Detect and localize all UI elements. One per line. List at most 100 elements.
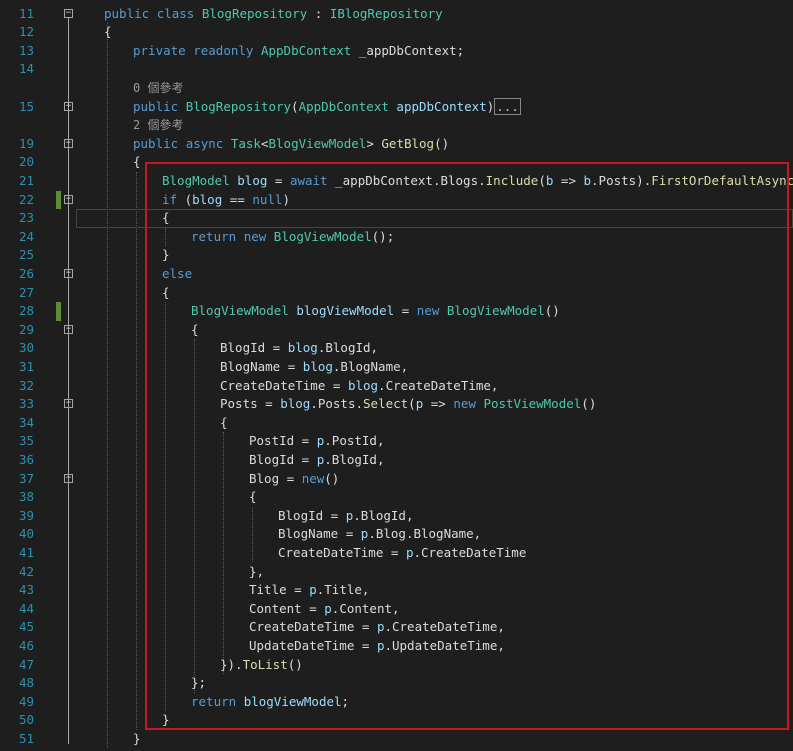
code-token: { (133, 154, 141, 170)
line-number: 42 (18, 563, 34, 579)
code-editor[interactable]: 11 − public class BlogRepository : IBlogRe… (0, 0, 793, 751)
reference-count[interactable]: 2 個參考 (133, 116, 183, 135)
code-token: public (104, 5, 150, 21)
code-token: ( (291, 98, 299, 114)
collapse-icon[interactable]: − (64, 473, 73, 483)
code-token: readonly (193, 42, 254, 58)
codelens-hint[interactable]: 2 個參考 (0, 116, 793, 135)
code-token: } (133, 730, 141, 746)
code-token: appDbContext (396, 98, 487, 114)
line-number: 19 (18, 135, 34, 151)
line-number: 24 (18, 228, 34, 244)
line-number: 13 (18, 42, 34, 58)
line-number: 44 (18, 600, 34, 616)
line-number: 28 (18, 303, 34, 319)
modified-indicator (56, 302, 61, 321)
code-token: < (260, 135, 269, 151)
line-number: 34 (18, 414, 34, 430)
line-number: 41 (18, 544, 34, 560)
code-token: { (104, 24, 112, 40)
collapse-icon[interactable]: − (64, 138, 73, 148)
line-number: 21 (18, 172, 34, 188)
line-number: 14 (18, 61, 34, 77)
code-token: public (133, 135, 179, 151)
code-token: class (156, 5, 195, 21)
code-token: BlogRepository (201, 5, 308, 21)
highlight-box (145, 162, 789, 730)
line-number: 23 (18, 210, 34, 226)
line-number: 51 (18, 730, 34, 746)
code-text: public async Task<BlogViewModel> GetBlog… (133, 135, 449, 154)
line-number: 48 (18, 675, 34, 691)
line-number: 35 (18, 433, 34, 449)
code-token: private (133, 42, 186, 58)
line-number: 39 (18, 507, 34, 523)
line-number: 29 (18, 321, 34, 337)
code-token: AppDbContext (298, 98, 389, 114)
line-number: 43 (18, 582, 34, 598)
code-token: _appDbContext; (351, 42, 465, 58)
expand-icon[interactable]: + (64, 101, 73, 111)
line-number: 32 (18, 377, 34, 393)
line-number: 27 (18, 284, 34, 300)
collapsed-region-button[interactable]: ... (494, 97, 521, 115)
line-number: 15 (18, 98, 34, 114)
line-number: 50 (18, 712, 34, 728)
collapse-icon[interactable]: − (64, 399, 73, 409)
code-line[interactable]: 14 (0, 60, 793, 79)
line-number: 12 (18, 24, 34, 40)
code-token: Task (230, 135, 261, 151)
line-number: 25 (18, 247, 34, 263)
code-text: private readonly AppDbContext _appDbCont… (133, 42, 464, 61)
code-token: AppDbContext (260, 42, 352, 58)
modified-indicator (56, 190, 61, 210)
code-text: { (133, 153, 141, 172)
line-number: 46 (18, 637, 34, 653)
line-number: 30 (18, 340, 34, 356)
code-token: IBlogRepository (329, 5, 443, 21)
code-text: } (133, 730, 141, 749)
line-number: 38 (18, 489, 34, 505)
collapse-icon[interactable]: − (64, 268, 73, 278)
line-number: 49 (18, 693, 34, 709)
code-token: GetBlog (381, 135, 435, 151)
code-token: () (434, 135, 450, 151)
code-line[interactable]: 51} (0, 730, 793, 749)
line-number: 31 (18, 358, 34, 374)
line-number: 33 (18, 396, 34, 412)
code-text: public BlogRepository(AppDbContext appDb… (133, 97, 521, 117)
collapse-icon[interactable]: − (64, 8, 73, 18)
code-line[interactable]: 11 − public class BlogRepository : IBlogRe… (0, 5, 793, 24)
code-token: BlogViewModel (268, 135, 367, 151)
code-line[interactable]: 12 { (0, 23, 793, 42)
code-token: async (185, 135, 224, 151)
code-token: public (133, 98, 179, 114)
line-number: 47 (18, 656, 34, 672)
collapse-icon[interactable]: − (64, 194, 73, 204)
code-line[interactable]: 19 − public async Task<BlogViewModel> GetB… (0, 135, 793, 154)
reference-count[interactable]: 0 個參考 (133, 79, 183, 98)
code-token: > (366, 135, 382, 151)
code-token: BlogRepository (185, 98, 292, 114)
line-number: 20 (18, 154, 34, 170)
code-text: { (104, 23, 112, 42)
line-number: 36 (18, 451, 34, 467)
line-number: 45 (18, 619, 34, 635)
line-number: 26 (18, 265, 34, 281)
line-number: 11 (18, 5, 34, 21)
line-number: 37 (18, 470, 34, 486)
code-text: public class BlogRepository : IBlogRepos… (104, 5, 443, 24)
code-token: : (307, 5, 330, 21)
codelens-hint[interactable]: 0 個參考 (0, 79, 793, 98)
code-line[interactable]: 15 + public BlogRepository(AppDbContext ap… (0, 97, 793, 117)
collapse-icon[interactable]: − (64, 324, 73, 334)
code-line[interactable]: 13 private readonly AppDbContext _appDbCo… (0, 42, 793, 61)
line-number: 22 (18, 191, 34, 207)
line-number: 40 (18, 526, 34, 542)
